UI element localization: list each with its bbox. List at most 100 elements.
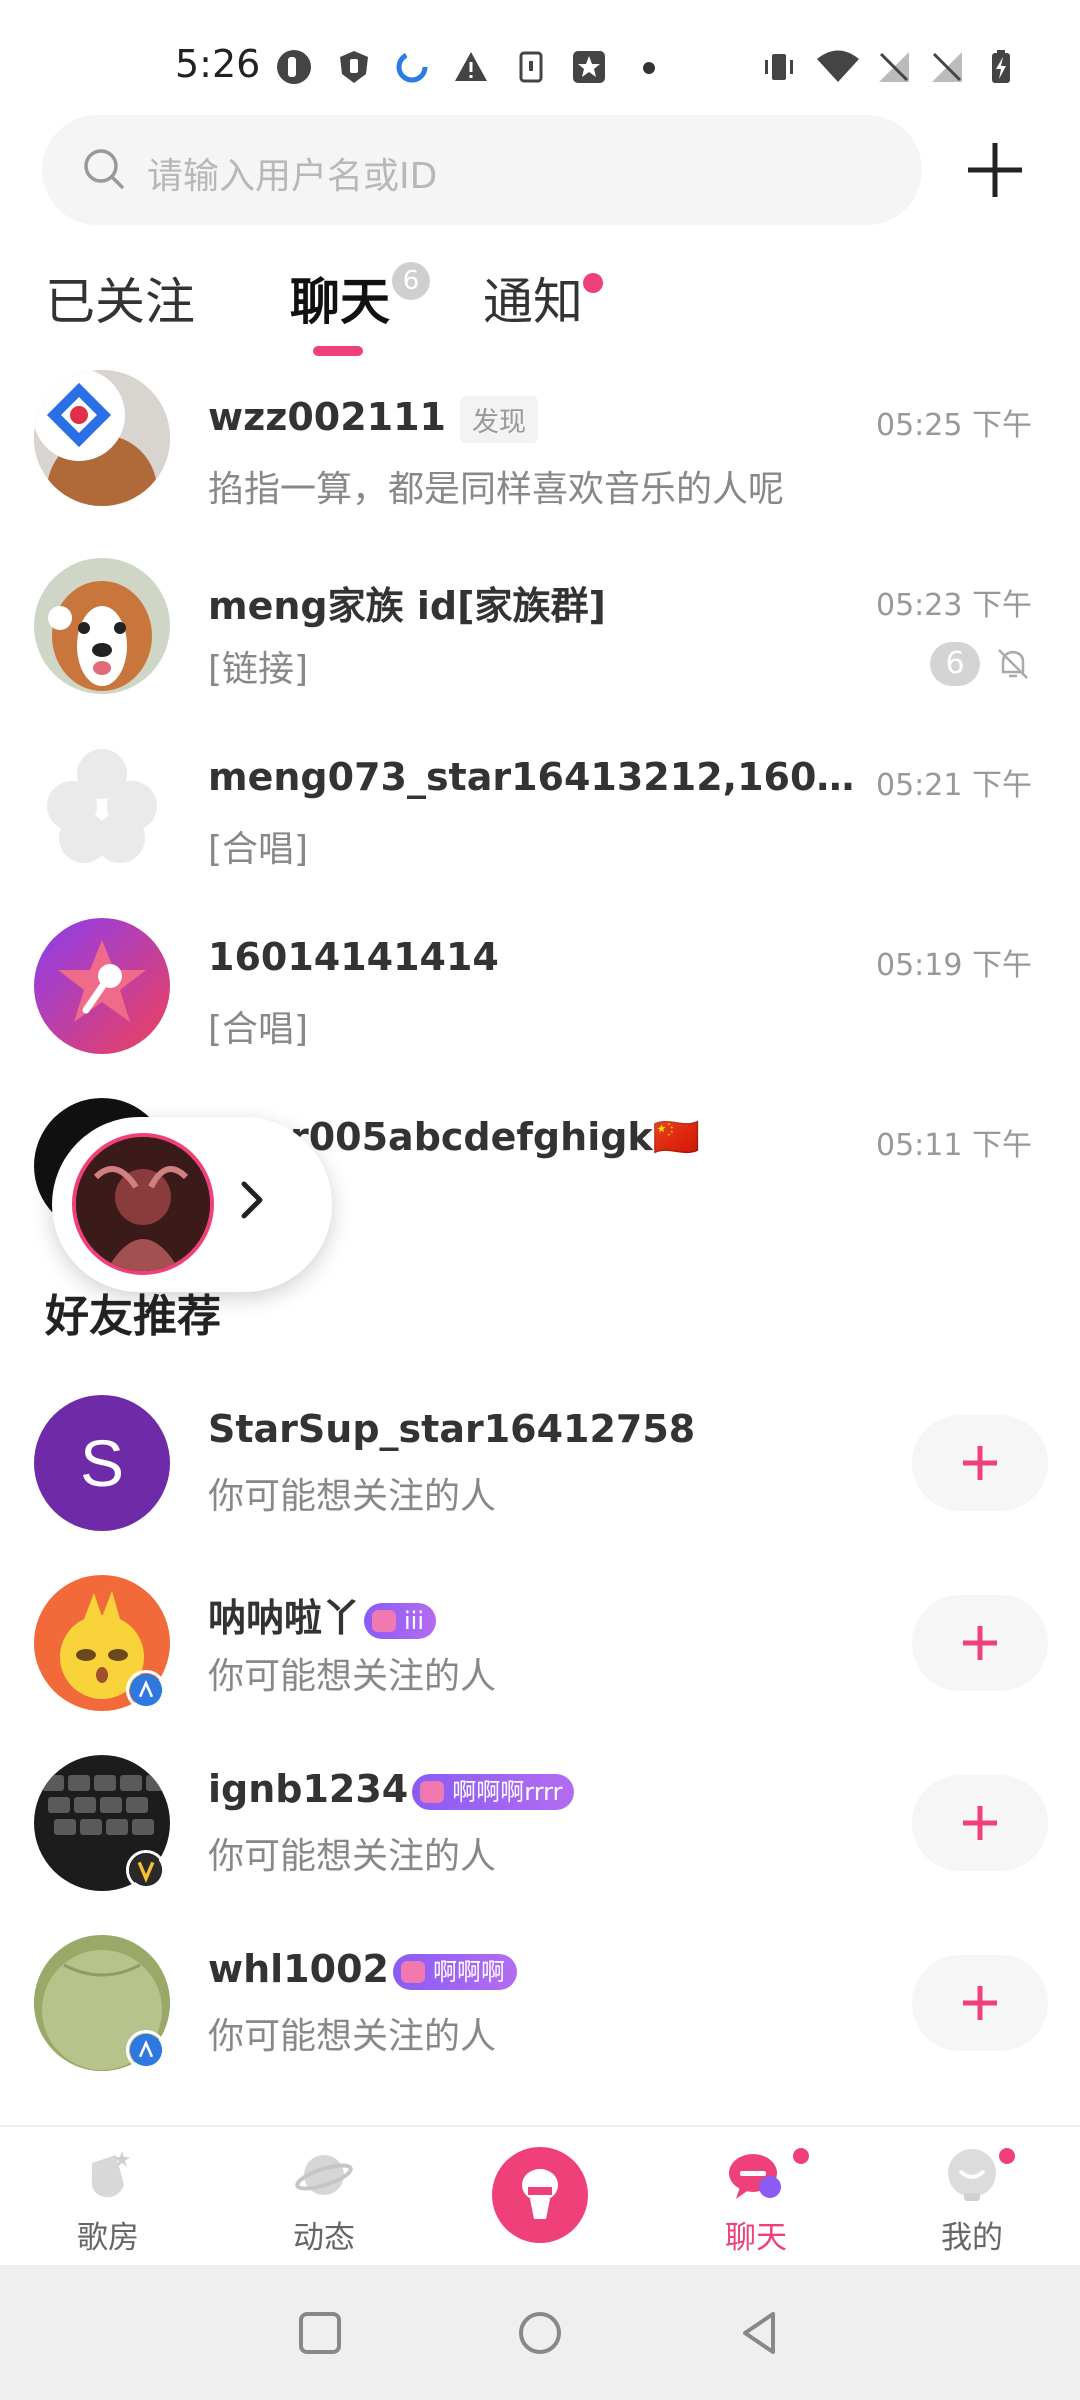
search-input[interactable]: 请输入用户名或ID — [42, 115, 922, 225]
follow-button[interactable] — [912, 1775, 1048, 1871]
notification-dot — [583, 273, 603, 293]
avatar — [34, 558, 170, 694]
back-icon[interactable] — [737, 2310, 783, 2356]
microphone-icon — [522, 2169, 558, 2219]
chat-item[interactable]: meng家族 id[家族群] [链接] 05:23 下午 6 — [0, 550, 1080, 730]
chat-preview: [合唱] — [208, 1009, 309, 1050]
add-icon[interactable] — [960, 135, 1030, 205]
chat-name: meng073_star16413212,16058585... — [208, 755, 858, 799]
recommend-item[interactable]: ignb1234 啊啊啊rrrr 你可能想关注的人 — [0, 1755, 1080, 1925]
status-bar: 5:26 — [0, 0, 1080, 130]
chat-name: meng家族 id[家族群] — [208, 584, 606, 628]
sim-icon — [519, 51, 543, 83]
wifi-icon — [817, 50, 859, 82]
mute-bell-icon — [998, 649, 1028, 679]
rec-subtitle: 你可能想关注的人 — [208, 1656, 497, 1697]
nav-chat[interactable]: 聊天 — [648, 2127, 864, 2267]
avatar: S — [34, 1395, 170, 1531]
avatar — [34, 918, 170, 1054]
recommend-item[interactable]: 呐呐啦丫 iii 你可能想关注的人 — [0, 1575, 1080, 1745]
song-room-icon — [91, 2151, 130, 2198]
warning-icon — [455, 52, 487, 81]
chat-name: 16014141414 — [208, 935, 499, 979]
profile-dot — [996, 2145, 1018, 2167]
chat-time: 05:19 下午 — [876, 948, 1032, 983]
chat-name: r005abcdefghigk🇨🇳 — [290, 1115, 701, 1159]
chat-item[interactable]: meng073_star16413212,16058585... [合唱] 05… — [0, 730, 1080, 910]
rec-subtitle: 你可能想关注的人 — [208, 2016, 497, 2057]
loading-icon — [396, 51, 428, 83]
plus-icon — [963, 1446, 997, 1480]
family-badge: 啊啊啊 — [392, 1953, 517, 1990]
nav-label: 我的 — [941, 2220, 1003, 2256]
chevron-right-icon — [241, 1181, 263, 1219]
home-icon[interactable] — [517, 2310, 563, 2356]
tab-indicator — [313, 346, 363, 356]
status-time: 5:26 — [175, 42, 261, 86]
chat-preview: 掐指一算，都是同样喜欢音乐的人呢 — [208, 469, 785, 510]
rec-name: 呐呐啦丫 iii — [208, 1587, 437, 1642]
recent-apps-icon[interactable] — [297, 2310, 343, 2356]
system-nav-bar — [0, 2265, 1080, 2400]
chat-time: 05:23 下午 — [876, 588, 1032, 623]
chat-time: 05:25 下午 — [876, 408, 1032, 443]
battery-charging-icon — [992, 50, 1010, 83]
chat-preview: [合唱] — [208, 829, 309, 870]
family-badge: 啊啊啊rrrr — [412, 1773, 575, 1810]
follow-button[interactable] — [912, 1415, 1048, 1511]
verified-badge-icon — [126, 1670, 166, 1710]
group-avatar — [34, 738, 170, 874]
planet-icon — [295, 2155, 353, 2195]
search-placeholder: 请输入用户名或ID — [147, 156, 438, 197]
tab-following[interactable]: 已关注 — [45, 262, 195, 334]
rec-subtitle: 你可能想关注的人 — [208, 1476, 497, 1517]
plus-icon — [963, 1986, 997, 2020]
nav-song-room[interactable]: 歌房 — [0, 2127, 216, 2267]
recommend-item[interactable]: whl1002 啊啊啊 你可能想关注的人 — [0, 1935, 1080, 2105]
chat-item[interactable]: 16014141414 [合唱] 05:19 下午 — [0, 910, 1080, 1090]
avatar — [34, 370, 170, 506]
search-icon — [84, 149, 124, 189]
verified-badge-icon — [126, 2030, 166, 2070]
bottom-nav: 歌房 动态 聊天 我的 — [0, 2125, 1080, 2265]
nav-me[interactable]: 我的 — [864, 2127, 1080, 2267]
vibrate-icon — [765, 54, 793, 80]
chat-time: 05:21 下午 — [876, 768, 1032, 803]
rec-name: StarSup_star16412758 — [208, 1407, 696, 1451]
tab-notification[interactable]: 通知 — [483, 262, 583, 334]
section-title: 好友推荐 — [45, 1291, 221, 1342]
no-signal-icon — [879, 52, 909, 82]
more-notifications-dot — [643, 62, 655, 74]
unread-badge: 6 — [930, 642, 980, 686]
floating-player[interactable] — [52, 1117, 332, 1292]
follow-button[interactable] — [912, 1955, 1048, 2051]
chat-item[interactable]: wzz002111 发现 掐指一算，都是同样喜欢音乐的人呢 05:25 下午 — [0, 370, 1080, 550]
nav-label: 聊天 — [725, 2220, 787, 2256]
nav-label: 动态 — [293, 2220, 355, 2256]
family-badge: iii — [364, 1602, 437, 1639]
chat-name: wzz002111 发现 — [208, 395, 568, 443]
discover-tag: 发现 — [459, 396, 538, 443]
plus-icon — [963, 1626, 997, 1660]
rec-name: whl1002 啊啊啊 — [208, 1947, 517, 1991]
follow-button[interactable] — [912, 1595, 1048, 1691]
recommend-item[interactable]: S StarSup_star16412758 你可能想关注的人 — [0, 1395, 1080, 1565]
rec-subtitle: 你可能想关注的人 — [208, 1836, 497, 1877]
shield-icon — [340, 51, 368, 83]
profile-icon — [948, 2149, 996, 2201]
tab-chat[interactable]: 聊天 — [290, 262, 390, 334]
now-playing-disc — [72, 1133, 214, 1275]
plus-icon — [963, 1806, 997, 1840]
sing-button[interactable] — [492, 2147, 588, 2243]
chat-preview: [链接] — [208, 649, 309, 690]
chat-icon — [729, 2154, 781, 2199]
no-signal-icon-2 — [932, 52, 962, 82]
chat-time: 05:11 下午 — [876, 1128, 1032, 1163]
star-app-icon — [573, 51, 605, 83]
nav-label: 歌房 — [77, 2220, 139, 2256]
app-notification-icon — [277, 50, 311, 84]
tab-chat-badge: 6 — [392, 262, 430, 300]
nav-moments[interactable]: 动态 — [216, 2127, 432, 2267]
chat-dot — [790, 2145, 812, 2167]
vip-v-badge-icon — [126, 1850, 166, 1890]
